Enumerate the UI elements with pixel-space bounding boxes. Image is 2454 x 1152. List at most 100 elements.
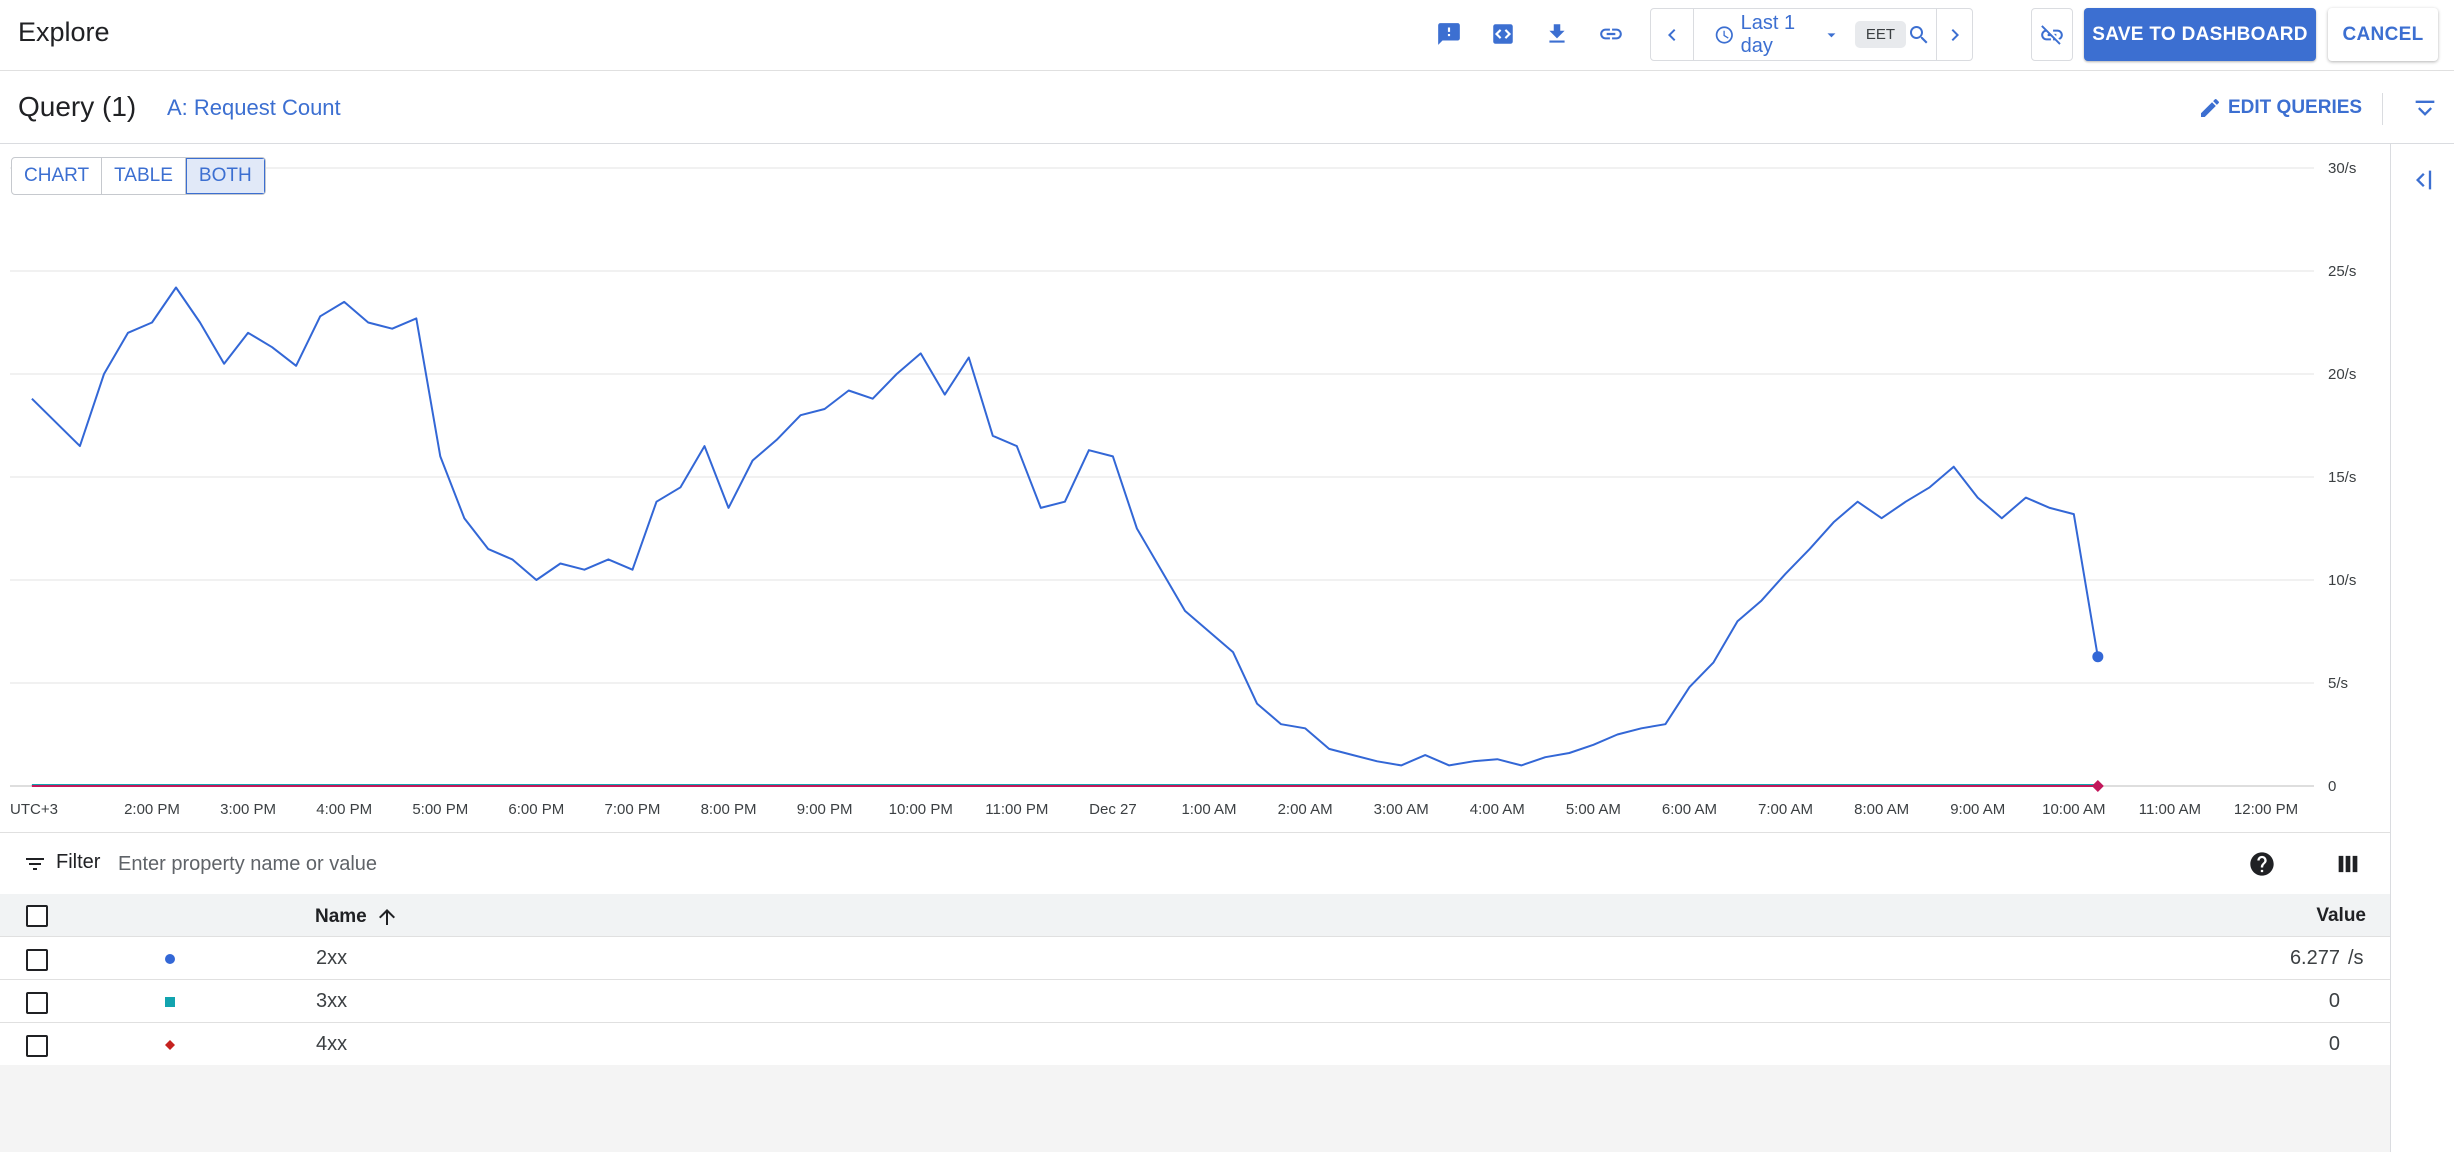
row-checkbox[interactable] [26,1035,48,1057]
series-name: 3xx [316,990,348,1012]
line-chart[interactable]: 0 5/s 10/s 15/s 20/s 25/s 30/s UTC+3 2:00 PM 3:00… [0,144,2390,832]
x-tick-label: 2:00 PM [124,801,180,818]
x-tick-label: 6:00 AM [1662,801,1717,818]
link-icon[interactable] [1594,17,1628,51]
pencil-icon [2201,98,2220,117]
table-empty-area [0,1065,2390,1152]
series-end-marker-2xx [2092,651,2104,663]
row-checkbox[interactable] [26,949,48,971]
timezone-chip[interactable]: EET [1854,21,1907,48]
value-column-header[interactable]: Value [2316,905,2366,927]
filter-input[interactable] [118,847,1118,881]
x-tick-label: 6:00 PM [508,801,564,818]
x-tick-label: 11:00 PM [985,801,1048,818]
x-tick-label: 5:00 AM [1566,801,1621,818]
name-header-label: Name [315,906,367,927]
time-range-group: Last 1 day EET [1650,8,1973,61]
both-view-button[interactable]: BOTH [185,158,265,194]
filter-label: Filter [56,851,101,873]
series-end-marker-4xx [2091,780,2104,792]
clock-icon [1715,25,1733,44]
download-icon[interactable] [1540,17,1574,51]
sync-off-button[interactable] [2031,8,2073,61]
time-back-button[interactable] [1651,9,1693,60]
feedback-icon[interactable] [1432,17,1466,51]
x-tick-label: 11:00 AM [2139,801,2201,818]
edit-queries-label: EDIT QUERIES [2228,97,2363,118]
x-tick-label: 9:00 AM [1950,801,2005,818]
chart-view-button[interactable]: CHART [12,158,103,194]
x-tick-label: 3:00 AM [1374,801,1429,818]
expand-panel-button[interactable] [2407,164,2439,196]
y-tick-label: 0 [2328,778,2336,795]
x-tick-label: 7:00 PM [605,801,661,818]
x-tick-label: 5:00 PM [412,801,468,818]
x-tick-label: 4:00 AM [1470,801,1525,818]
x-tick-label: 10:00 AM [2042,801,2105,818]
link-off-icon [2041,24,2063,45]
zoom-icon [1910,25,1928,43]
side-panel [2390,144,2454,1152]
series-value: 0 [2328,990,2340,1012]
save-to-dashboard-button[interactable]: SAVE TO DASHBOARD [2084,8,2316,61]
dropdown-arrow-icon [1827,32,1836,37]
chart-area: CHART TABLE BOTH 0 5/s 10/s 15/s 20/s 25/s 30/… [0,144,2390,832]
x-tick-label: 2:00 AM [1278,801,1333,818]
collapse-down-icon [2415,100,2435,116]
time-forward-button[interactable] [1937,9,1973,60]
chevron-right-icon [1951,28,1959,41]
view-toggle: CHART TABLE BOTH [11,157,266,195]
x-tick-label: 8:00 PM [701,801,757,818]
y-tick-label: 10/s [2328,572,2356,589]
table-view-button[interactable]: TABLE [102,158,186,194]
query-bar: Query (1) A: Request Count EDIT QUERIES [0,71,2454,144]
timezone-label: UTC+3 [10,801,58,818]
series-value: 6.277 [2289,947,2340,969]
table-row[interactable]: 4xx 0 [0,1023,2390,1066]
chevron-left-icon [1668,28,1676,41]
time-range-label: Last 1 day [1740,11,1796,57]
table-row[interactable]: 3xx 0 [0,980,2390,1023]
zoom-button[interactable] [1902,9,1936,60]
table-row[interactable]: 2xx 6.277 /s [0,937,2390,980]
series-unit: /s [2348,947,2364,969]
x-tick-label: 9:00 PM [797,801,853,818]
cancel-button[interactable]: CANCEL [2328,8,2438,61]
code-icon[interactable] [1486,17,1520,51]
y-tick-label: 25/s [2328,263,2356,280]
query-title: Query (1) [18,91,137,122]
legend-diamond-icon [165,1040,175,1050]
help-icon[interactable] [2248,850,2276,878]
row-checkbox[interactable] [26,992,48,1014]
app-title: Explore [18,17,110,47]
edit-queries-button[interactable]: EDIT QUERIES [2198,92,2362,124]
select-all-checkbox[interactable] [26,905,48,927]
expand-left-icon [2416,170,2432,190]
columns-icon[interactable] [2334,850,2362,878]
series-line-2xx [31,286,2099,767]
y-tick-label: 30/s [2328,160,2356,177]
table-header-row: Name Value [0,894,2390,937]
y-tick-label: 15/s [2328,469,2356,486]
x-tick-label: 8:00 AM [1854,801,1909,818]
legend-circle-icon [165,954,175,964]
series-name: 4xx [316,1033,348,1055]
name-column-header[interactable]: Name [315,905,399,929]
series-value: 0 [2328,1033,2340,1055]
collapse-queries-button[interactable] [2408,93,2442,127]
top-bar: Explore Last 1 day EET SAVE TO DASHBOARD… [0,0,2454,71]
filter-bar: Filter [0,832,2390,894]
query-name-link[interactable]: A: Request Count [167,95,341,121]
time-range-selector[interactable]: Last 1 day EET [1694,9,1907,60]
y-tick-label: 5/s [2328,675,2348,692]
divider [2382,93,2383,125]
x-tick-label: 4:00 PM [316,801,372,818]
y-tick-label: 20/s [2328,366,2356,383]
x-tick-label: Dec 27 [1089,801,1137,818]
legend-square-icon [165,997,175,1007]
series-name: 2xx [316,947,348,969]
filter-icon[interactable] [22,852,48,876]
sort-ascending-icon [378,909,395,925]
x-tick-label: 1:00 AM [1181,801,1236,818]
x-tick-label: 10:00 PM [889,801,953,818]
